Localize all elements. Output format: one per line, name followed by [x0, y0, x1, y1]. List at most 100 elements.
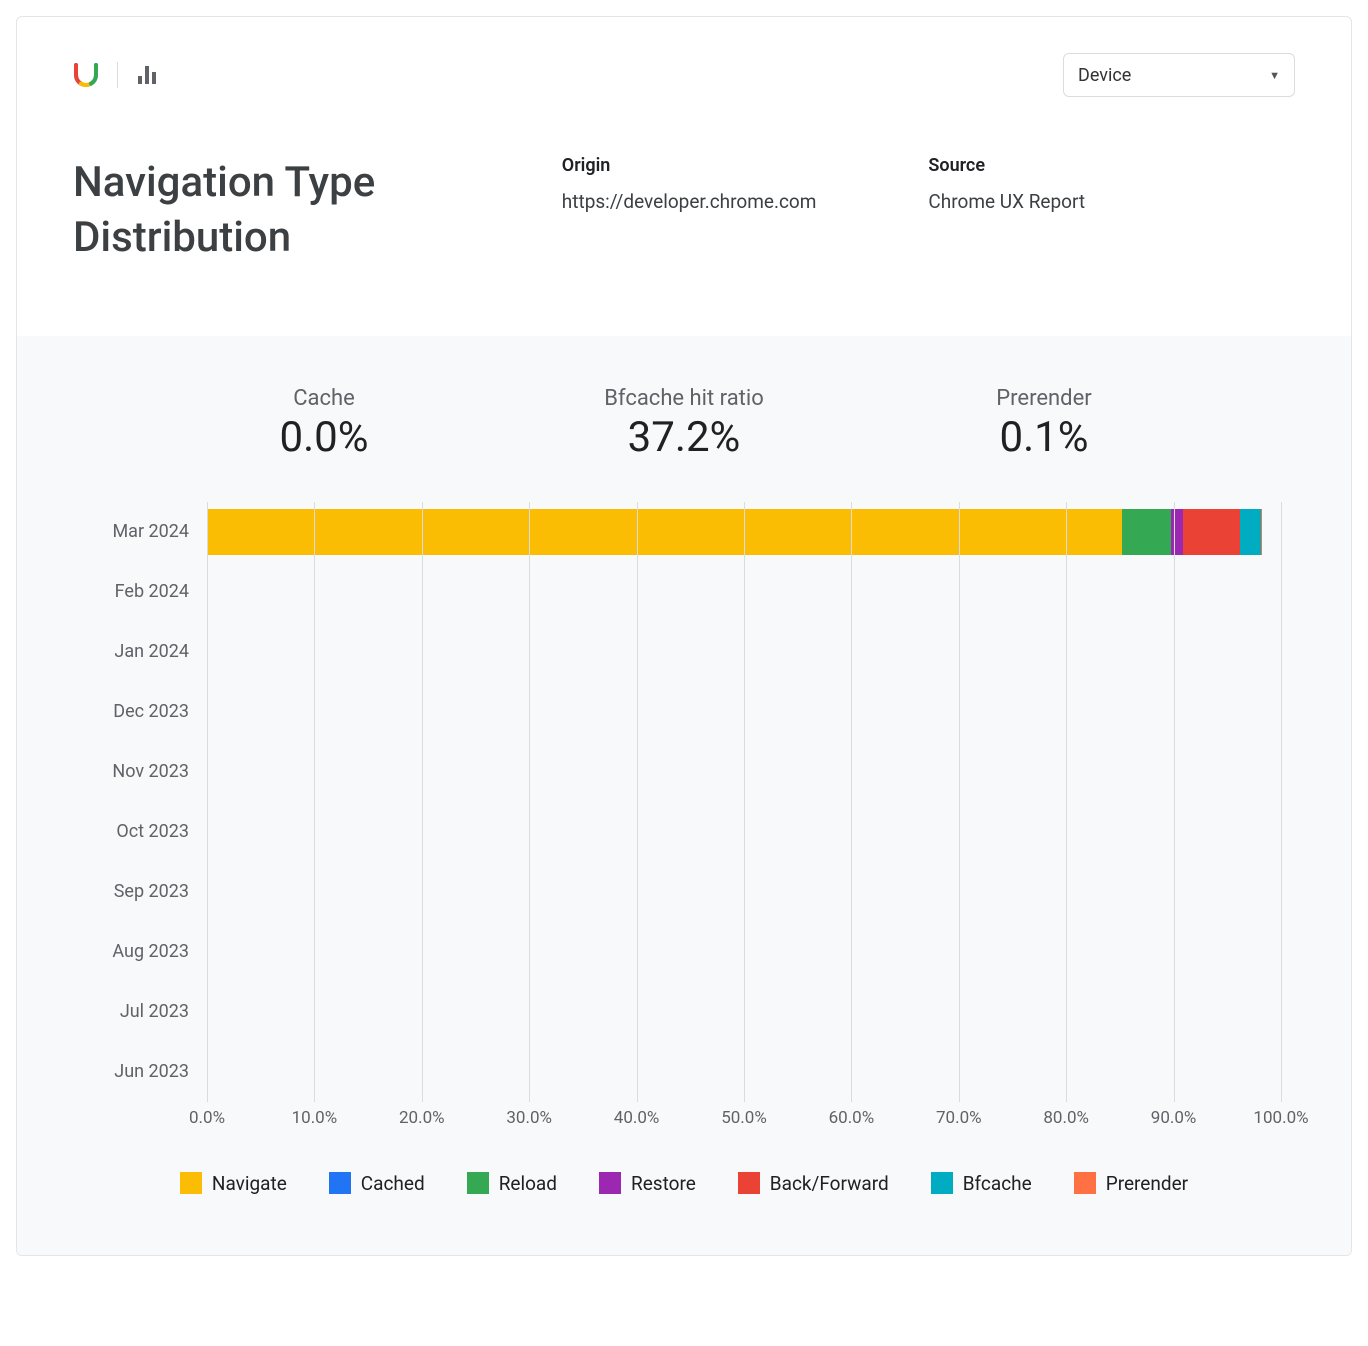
report-header: Device ▼ Navigation Type Distribution Or…	[17, 17, 1351, 336]
x-tick: 30.0%	[506, 1108, 552, 1128]
legend-label: Prerender	[1106, 1172, 1188, 1195]
kpi-bfcache-ratio-label: Bfcache hit ratio	[584, 386, 784, 411]
table-row: Mar 2024	[87, 502, 1281, 562]
chart-bar-track	[207, 929, 1281, 975]
chart-bar-area	[207, 1042, 1281, 1102]
kpi-prerender: Prerender 0.1%	[944, 386, 1144, 462]
legend-swatch	[738, 1172, 760, 1194]
legend-label: Reload	[499, 1172, 557, 1195]
x-tick: 50.0%	[721, 1108, 767, 1128]
table-row: Jan 2024	[87, 622, 1281, 682]
x-tick: 20.0%	[399, 1108, 445, 1128]
chart-row-label: Dec 2023	[87, 701, 207, 722]
kpi-bfcache-ratio-value: 37.2%	[584, 413, 784, 462]
x-tick: 0.0%	[189, 1108, 225, 1128]
source-value: Chrome UX Report	[928, 190, 1265, 213]
chart-row-label: Feb 2024	[87, 581, 207, 602]
report-body: Cache 0.0% Bfcache hit ratio 37.2% Prere…	[17, 336, 1351, 1255]
chart-row-label: Nov 2023	[87, 761, 207, 782]
chart-bar-area	[207, 982, 1281, 1042]
brand-logo-icon	[73, 62, 99, 88]
bar-segment-navigate	[207, 509, 1122, 555]
table-row: Aug 2023	[87, 922, 1281, 982]
chart-row-label: Jul 2023	[87, 1001, 207, 1022]
kpi-prerender-value: 0.1%	[944, 413, 1144, 462]
page-title: Navigation Type Distribution	[73, 155, 562, 266]
bar-segment-reload	[1122, 509, 1171, 555]
chart-bar-track	[207, 989, 1281, 1035]
legend-label: Bfcache	[963, 1172, 1032, 1195]
kpi-cache-label: Cache	[224, 386, 424, 411]
bar-segment-prerender	[1261, 509, 1262, 555]
vertical-divider	[117, 62, 118, 88]
x-tick: 10.0%	[292, 1108, 338, 1128]
chart-row-label: Jun 2023	[87, 1061, 207, 1082]
table-row: Dec 2023	[87, 682, 1281, 742]
chart-bar-track	[207, 1049, 1281, 1095]
legend-item-back-forward: Back/Forward	[738, 1172, 889, 1195]
chevron-down-icon: ▼	[1269, 69, 1280, 82]
kpi-cache-value: 0.0%	[224, 413, 424, 462]
chart-bar-area	[207, 562, 1281, 622]
origin-label: Origin	[562, 155, 899, 176]
legend-item-bfcache: Bfcache	[931, 1172, 1032, 1195]
chart-bar-track	[207, 509, 1281, 555]
source-block: Source Chrome UX Report	[928, 155, 1295, 266]
legend-swatch	[180, 1172, 202, 1194]
chart-bar-area	[207, 622, 1281, 682]
bar-segment-bfcache	[1240, 509, 1260, 555]
chart-bar-area	[207, 682, 1281, 742]
x-tick: 40.0%	[614, 1108, 660, 1128]
legend-item-cached: Cached	[329, 1172, 425, 1195]
table-row: Nov 2023	[87, 742, 1281, 802]
chart-bar-track	[207, 629, 1281, 675]
bar-chart-icon	[136, 64, 158, 86]
legend-label: Restore	[631, 1172, 696, 1195]
x-tick: 80.0%	[1043, 1108, 1089, 1128]
device-select[interactable]: Device ▼	[1063, 53, 1295, 97]
legend-label: Back/Forward	[770, 1172, 889, 1195]
chart-row-label: Jan 2024	[87, 641, 207, 662]
kpi-bfcache-ratio: Bfcache hit ratio 37.2%	[584, 386, 784, 462]
table-row: Jul 2023	[87, 982, 1281, 1042]
chart-bar-area	[207, 502, 1281, 562]
chart-row-label: Mar 2024	[87, 521, 207, 542]
table-row: Jun 2023	[87, 1042, 1281, 1102]
legend-item-prerender: Prerender	[1074, 1172, 1188, 1195]
chart-row-label: Aug 2023	[87, 941, 207, 962]
chart-bar-track	[207, 689, 1281, 735]
chart: Mar 2024 Feb 2024 Jan 2024 Dec 2023 Nov 2023…	[87, 502, 1281, 1130]
legend-swatch	[931, 1172, 953, 1194]
chart-bar-area	[207, 862, 1281, 922]
kpi-row: Cache 0.0% Bfcache hit ratio 37.2% Prere…	[144, 386, 1224, 462]
source-label: Source	[928, 155, 1265, 176]
chart-bar-track	[207, 749, 1281, 795]
report-card: Device ▼ Navigation Type Distribution Or…	[16, 16, 1352, 1256]
origin-value: https://developer.chrome.com	[562, 190, 899, 213]
table-row: Sep 2023	[87, 862, 1281, 922]
chart-bar-track	[207, 869, 1281, 915]
legend-item-restore: Restore	[599, 1172, 696, 1195]
chart-bar-track	[207, 569, 1281, 615]
legend-swatch	[1074, 1172, 1096, 1194]
chart-x-ticks: 0.0%10.0%20.0%30.0%40.0%50.0%60.0%70.0%8…	[207, 1102, 1281, 1130]
legend-swatch	[467, 1172, 489, 1194]
bar-segment-restore	[1171, 509, 1183, 555]
chart-bar-track	[207, 809, 1281, 855]
legend-item-navigate: Navigate	[180, 1172, 287, 1195]
legend-label: Cached	[361, 1172, 425, 1195]
x-tick: 70.0%	[936, 1108, 982, 1128]
table-row: Feb 2024	[87, 562, 1281, 622]
chart-row-label: Oct 2023	[87, 821, 207, 842]
x-tick: 100.0%	[1253, 1108, 1308, 1128]
x-tick: 60.0%	[829, 1108, 875, 1128]
legend-label: Navigate	[212, 1172, 287, 1195]
legend-swatch	[599, 1172, 621, 1194]
chart-legend: Navigate Cached Reload Restore Back/Forward B…	[47, 1172, 1321, 1195]
chart-rows: Mar 2024 Feb 2024 Jan 2024 Dec 2023 Nov 2023…	[87, 502, 1281, 1102]
x-tick: 90.0%	[1151, 1108, 1197, 1128]
chart-bar-area	[207, 802, 1281, 862]
chart-bar-area	[207, 922, 1281, 982]
kpi-prerender-label: Prerender	[944, 386, 1144, 411]
chart-row-label: Sep 2023	[87, 881, 207, 902]
